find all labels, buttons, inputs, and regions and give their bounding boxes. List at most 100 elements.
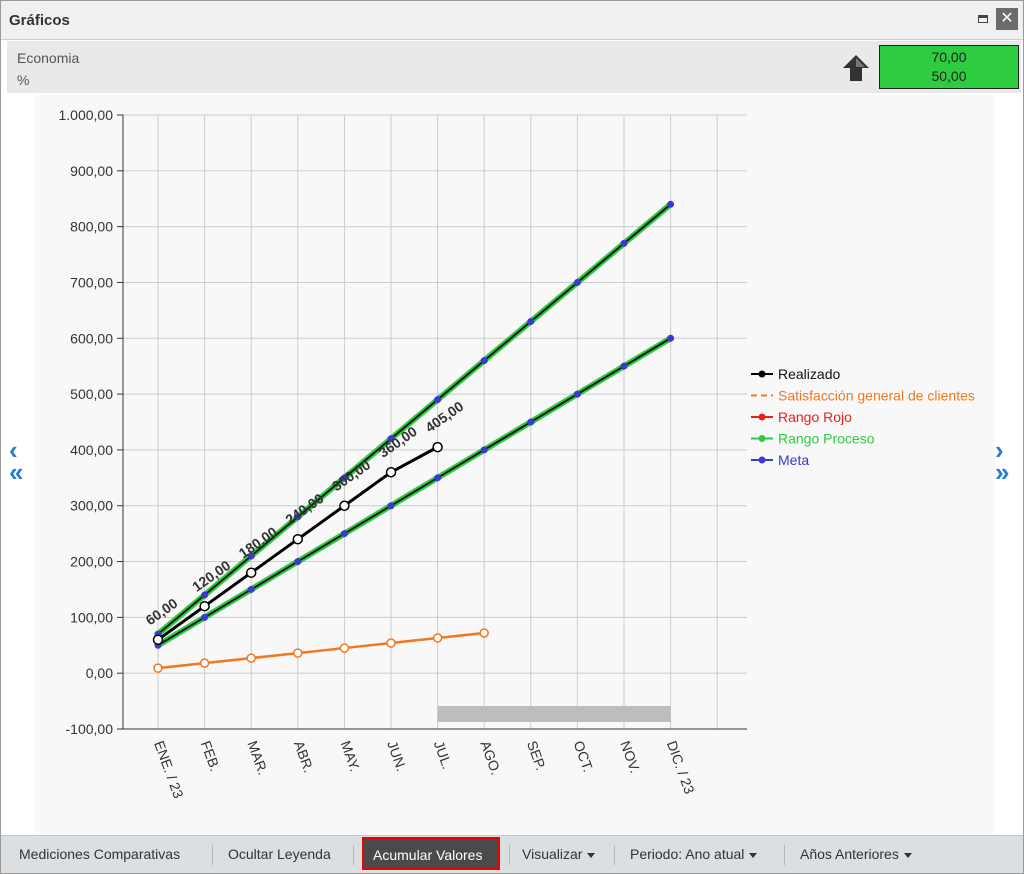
previous-years-label: Años Anteriores xyxy=(800,846,899,862)
close-icon: ✕ xyxy=(1000,10,1014,27)
chart-area: -100,00 0,00 100,00 200,00 300,00 400,00 500,0… xyxy=(35,95,995,833)
first-period-icon[interactable]: « xyxy=(9,459,33,485)
y-tick-label: 900,00 xyxy=(70,163,113,179)
y-tick-label: 600,00 xyxy=(70,330,113,346)
series-point xyxy=(293,648,303,658)
legend-marker xyxy=(758,413,766,421)
series-point xyxy=(292,533,304,545)
series-line xyxy=(157,337,672,647)
y-tick-label: 200,00 xyxy=(70,554,113,570)
series-point xyxy=(246,653,256,663)
toolbar-separator xyxy=(614,845,615,865)
view-dropdown[interactable]: Visualizar xyxy=(522,846,596,862)
arrow-up-icon xyxy=(843,55,869,81)
x-tick-label: MAR. xyxy=(244,739,271,777)
series-point xyxy=(480,357,488,365)
y-tick-label: 100,00 xyxy=(70,609,113,625)
toolbar-separator xyxy=(212,845,213,865)
x-tick-label: SEP. xyxy=(524,739,549,773)
hide-legend-button[interactable]: Ocultar Leyenda xyxy=(228,846,331,862)
legend-marker xyxy=(758,370,766,378)
legend-entry: Satisfacción general de clientes xyxy=(778,388,975,404)
series-point xyxy=(153,663,163,673)
series-point xyxy=(667,200,675,208)
maximize-icon xyxy=(978,15,988,23)
y-tick-label: 500,00 xyxy=(70,386,113,402)
y-tick-label: 700,00 xyxy=(70,274,113,290)
series-point xyxy=(339,643,350,653)
series-point xyxy=(527,418,535,426)
series-point xyxy=(480,446,488,454)
series-point xyxy=(294,558,302,566)
view-label: Visualizar xyxy=(522,846,583,862)
chevron-down-icon xyxy=(587,852,596,858)
series-point xyxy=(386,638,396,648)
previous-years-dropdown[interactable]: Años Anteriores xyxy=(800,846,912,862)
y-tick-label: 0,00 xyxy=(86,665,113,681)
series-point xyxy=(432,441,443,453)
x-tick-label: DIC. / 23 xyxy=(664,739,698,797)
series-point xyxy=(432,633,443,643)
x-tick-label: JUN. xyxy=(384,739,410,774)
series-point xyxy=(434,474,442,482)
y-tick-label: 400,00 xyxy=(70,442,113,458)
indicator-bar: Economia % 70,00 50,00 xyxy=(7,41,1021,93)
series-point xyxy=(247,585,255,593)
period-label: Periodo: Ano atual xyxy=(630,846,745,862)
series-point xyxy=(479,628,489,638)
series-point xyxy=(339,500,350,511)
series-point xyxy=(199,658,210,668)
series-point xyxy=(573,278,581,286)
y-tick-label: -100,00 xyxy=(66,721,114,737)
indicator-unit: % xyxy=(17,72,30,88)
series-point xyxy=(620,239,628,247)
indicator-name: Economia xyxy=(17,50,80,66)
x-tick-label: NOV. xyxy=(617,739,643,775)
series-point xyxy=(667,334,675,342)
close-button[interactable]: ✕ xyxy=(996,8,1018,30)
series-point xyxy=(152,634,164,645)
y-tick-label: 800,00 xyxy=(70,219,113,235)
series-point xyxy=(340,530,348,538)
accumulate-values-label: Acumular Valores xyxy=(373,847,483,863)
x-tick-label: AGO. xyxy=(477,739,504,777)
accumulate-values-button[interactable]: Acumular Valores xyxy=(362,837,500,870)
series-point xyxy=(434,396,442,404)
x-tick-label: ENE. / 23 xyxy=(151,739,187,801)
series-point xyxy=(245,567,257,578)
title-bar: Gráficos ✕ xyxy=(1,1,1023,40)
comparative-measurements-button[interactable]: Mediciones Comparativas xyxy=(19,846,180,862)
window-title: Gráficos xyxy=(9,12,70,29)
x-tick-label: FEB. xyxy=(198,739,224,774)
maximize-button[interactable] xyxy=(973,9,993,29)
indicator-value-bottom: 50,00 xyxy=(931,68,967,84)
x-tick-label: MAY. xyxy=(338,739,364,774)
series-line xyxy=(157,203,672,635)
last-period-icon[interactable]: » xyxy=(995,459,1019,485)
toolbar-separator xyxy=(784,845,785,865)
legend-marker xyxy=(758,456,766,464)
series-point xyxy=(385,466,397,478)
series-point xyxy=(573,390,581,398)
series-point xyxy=(199,600,210,612)
toolbar-separator xyxy=(509,845,510,865)
period-dropdown[interactable]: Periodo: Ano atual xyxy=(630,846,758,862)
indicator-value-top: 70,00 xyxy=(931,49,967,65)
x-tick-label: ABR. xyxy=(291,739,317,775)
series-point xyxy=(387,502,395,510)
y-tick-label: 300,00 xyxy=(70,498,113,514)
graphics-window: Gráficos ✕ Economia % 70,00 50,00 -100,0… xyxy=(0,0,1024,874)
chevron-down-icon xyxy=(903,852,912,858)
nav-left: ‹ « xyxy=(9,437,33,489)
x-tick-label: JUL. xyxy=(431,739,456,772)
legend-entry: Rango Proceso xyxy=(778,431,875,447)
legend-marker xyxy=(758,435,766,442)
line-chart: -100,00 0,00 100,00 200,00 300,00 400,00 500,0… xyxy=(59,107,975,801)
series-point xyxy=(201,613,209,621)
indicator-value-box: 70,00 50,00 xyxy=(879,45,1019,89)
chevron-down-icon xyxy=(749,852,758,858)
legend-entry: Rango Rojo xyxy=(778,409,852,425)
x-tick-label: OCT. xyxy=(571,739,597,774)
toolbar-separator xyxy=(353,845,354,865)
y-tick-label: 1.000,00 xyxy=(59,107,114,123)
